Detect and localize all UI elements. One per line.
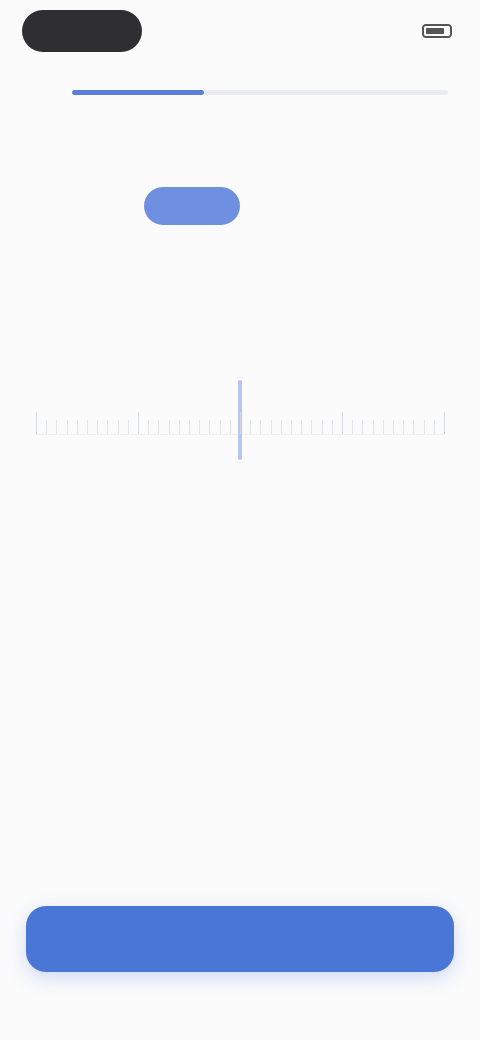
ruler-tick [332, 420, 333, 434]
ruler-tick [393, 420, 394, 434]
ruler-tick [148, 420, 149, 434]
status-indicators [414, 18, 452, 44]
ruler-tick [118, 420, 119, 434]
ruler-tick [169, 420, 170, 434]
ruler-tick [342, 412, 343, 434]
onboarding-progress-bar [72, 90, 448, 95]
ruler-tick [250, 420, 251, 434]
ruler-tick [322, 420, 323, 434]
ruler-tick [271, 420, 272, 434]
ruler-tick [199, 420, 200, 434]
ruler-tick [189, 420, 190, 434]
status-time-pill [22, 10, 142, 52]
ruler-tick [220, 420, 221, 434]
ruler-tick [434, 420, 435, 434]
ruler-tick [230, 420, 231, 434]
ruler-tick [46, 420, 47, 434]
ruler-tick [424, 420, 425, 434]
ruler-tick [352, 420, 353, 434]
ruler-tick [97, 420, 98, 434]
onboarding-screen [0, 0, 480, 1040]
unit-toggle [144, 186, 282, 226]
ruler-tick [56, 420, 57, 434]
ruler-tick [403, 420, 404, 434]
ruler-tick [158, 420, 159, 434]
ruler-tick [138, 412, 139, 434]
ruler-tick [240, 412, 241, 434]
ruler-tick [383, 420, 384, 434]
ruler-tick [444, 412, 445, 434]
unit-option-secondary[interactable] [254, 187, 282, 225]
progress-fill [72, 90, 204, 95]
ruler-tick [291, 420, 292, 434]
ruler-tick [107, 420, 108, 434]
ruler-tick [67, 420, 68, 434]
ruler-tick [36, 412, 37, 434]
ruler-tick [209, 420, 210, 434]
battery-icon [422, 24, 452, 38]
ruler-tick [311, 420, 312, 434]
unit-option-primary[interactable] [144, 187, 240, 225]
value-ruler-slider[interactable] [36, 380, 445, 490]
ruler-tick [362, 420, 363, 434]
ruler-tick [301, 420, 302, 434]
ruler-tick [77, 420, 78, 434]
ruler-tick [87, 420, 88, 434]
continue-button[interactable] [26, 906, 454, 972]
ruler-tick [128, 420, 129, 434]
ruler-tick [413, 420, 414, 434]
ruler-tick [373, 420, 374, 434]
ruler-tick [260, 420, 261, 434]
ruler-tick [281, 420, 282, 434]
ruler-tick [179, 420, 180, 434]
